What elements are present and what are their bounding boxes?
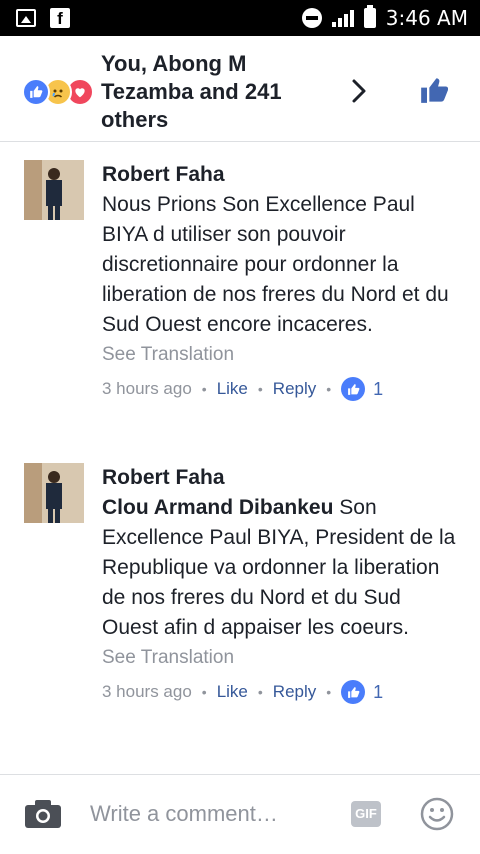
separator-dot: • (257, 381, 263, 397)
comment-composer: Write a comment… GIF (0, 774, 480, 854)
like-icon (22, 78, 50, 106)
gif-button[interactable]: GIF (351, 801, 381, 827)
like-button-icon[interactable] (420, 76, 448, 104)
status-time: 3:46 AM (385, 6, 468, 30)
facebook-notification-icon: f (50, 8, 70, 28)
comment-author[interactable]: Robert Faha (102, 160, 458, 190)
like-link[interactable]: Like (217, 379, 248, 399)
comment-like-count[interactable]: 1 (341, 377, 383, 401)
battery-icon (363, 5, 376, 28)
comment-text: Nous Prions Son Excellence Paul BIYA d u… (102, 190, 458, 340)
emoji-icon[interactable] (420, 797, 454, 831)
separator-dot: • (201, 381, 207, 397)
comment-meta: 3 hours ago • Like • Reply • 1 (102, 374, 458, 404)
see-translation-link[interactable]: See Translation (102, 340, 458, 370)
comment-meta: 3 hours ago • Like • Reply • 1 (102, 677, 458, 707)
avatar[interactable] (24, 160, 84, 220)
avatar[interactable] (24, 463, 84, 523)
chevron-right-icon[interactable] (348, 78, 370, 104)
like-icon (341, 377, 366, 401)
camera-icon[interactable] (24, 799, 62, 829)
see-translation-link[interactable]: See Translation (102, 643, 458, 673)
separator-dot: • (257, 684, 263, 700)
like-count: 1 (373, 681, 384, 702)
comment-time: 3 hours ago (102, 379, 192, 398)
separator-dot: • (326, 684, 332, 700)
comment-time: 3 hours ago (102, 682, 192, 701)
do-not-disturb-icon (301, 8, 322, 28)
separator-dot: • (326, 381, 332, 397)
reply-link[interactable]: Reply (273, 379, 316, 399)
comment-body: Nous Prions Son Excellence Paul BIYA d u… (102, 193, 449, 336)
separator-dot: • (201, 684, 207, 700)
like-icon (341, 680, 366, 704)
status-bar: f 3:46 AM (0, 0, 480, 36)
signal-icon (331, 9, 354, 27)
reactors-text[interactable]: You, Abong M Tezamba and 241 others (101, 50, 321, 134)
like-link[interactable]: Like (217, 682, 248, 702)
comment-text: Clou Armand Dibankeu Son Excellence Paul… (102, 493, 458, 643)
reply-link[interactable]: Reply (273, 682, 316, 702)
comment-author[interactable]: Robert Faha (102, 463, 458, 493)
comment-input[interactable]: Write a comment… (90, 799, 278, 829)
mentioned-user-link[interactable]: Clou Armand Dibankeu (102, 496, 333, 519)
gallery-icon (16, 9, 36, 27)
like-count: 1 (373, 378, 384, 399)
reactions-header: You, Abong M Tezamba and 241 others (0, 36, 480, 142)
comment-like-count[interactable]: 1 (341, 680, 383, 704)
reaction-summary[interactable] (22, 78, 98, 106)
